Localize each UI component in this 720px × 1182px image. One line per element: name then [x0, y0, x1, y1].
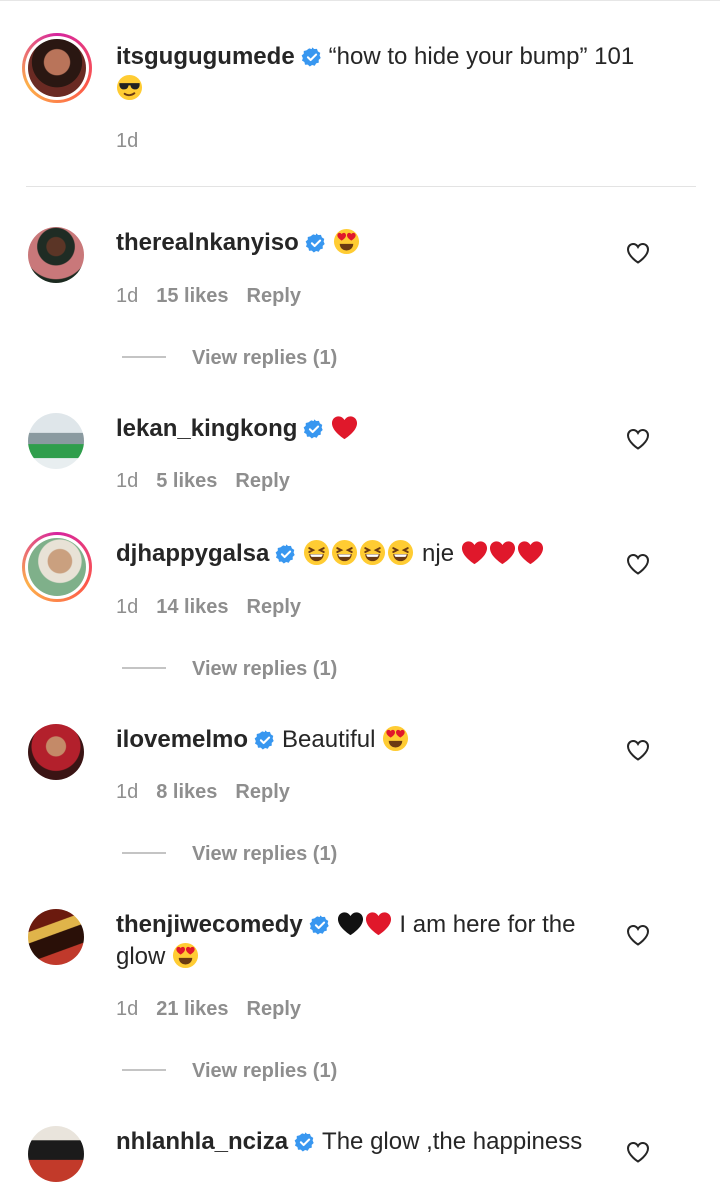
avatar[interactable]	[28, 909, 84, 965]
red-heart-emoji-icon	[461, 539, 488, 566]
avatar[interactable]	[28, 1126, 84, 1182]
comment-likes[interactable]: 5 likes	[156, 470, 217, 492]
laughing-emoji-icon	[303, 539, 330, 566]
replies-line	[122, 1069, 166, 1071]
view-replies-label: View replies (1)	[192, 658, 338, 680]
comment-meta: 1d 5 likes Reply	[116, 470, 308, 493]
comment-line: thenjiwecomedy I am here for the	[116, 909, 575, 941]
like-heart-icon[interactable]	[626, 242, 650, 264]
red-heart-emoji-icon	[489, 539, 516, 566]
comment-time: 1d	[116, 998, 139, 1020]
view-replies-button[interactable]: View replies (1)	[122, 347, 337, 370]
comment-time: 1d	[116, 285, 139, 307]
heart-eyes-emoji-icon	[172, 942, 199, 969]
replies-line	[122, 667, 166, 669]
like-heart-icon[interactable]	[626, 739, 650, 761]
laughing-emoji-icon	[359, 539, 386, 566]
comment-meta: 1d 14 likes Reply	[116, 596, 319, 619]
verified-badge-icon	[301, 46, 323, 68]
avatar	[28, 39, 86, 97]
like-heart-icon[interactable]	[626, 924, 650, 946]
comment-username[interactable]: therealnkanyiso	[116, 229, 299, 256]
red-heart-emoji-icon	[331, 414, 358, 441]
like-heart-icon[interactable]	[626, 428, 650, 450]
story-ring[interactable]	[22, 532, 92, 602]
reply-button[interactable]: Reply	[235, 781, 289, 803]
avatar[interactable]	[28, 227, 84, 283]
caption-time: 1d	[116, 130, 139, 152]
replies-line	[122, 356, 166, 358]
comment-meta: 1d 21 likes Reply	[116, 998, 319, 1021]
verified-badge-icon	[309, 914, 331, 936]
comment-text: I am here for the	[399, 911, 576, 938]
view-replies-button[interactable]: View replies (1)	[122, 843, 337, 866]
caption-line-1: itsgugugumede “how to hide your bump” 101	[116, 41, 634, 73]
comment-line: lekan_kingkong	[116, 413, 359, 445]
laughing-emoji-icon	[387, 539, 414, 566]
comment-username[interactable]: ilovemelmo	[116, 726, 248, 753]
comment-line: ilovemelmo Beautiful	[116, 724, 410, 756]
laughing-emoji-icon	[331, 539, 358, 566]
verified-badge-icon	[294, 1131, 316, 1153]
story-ring[interactable]	[22, 33, 92, 103]
black-heart-emoji-icon	[337, 910, 364, 937]
caption-username[interactable]: itsgugugumede	[116, 43, 295, 70]
comment-time: 1d	[116, 596, 139, 618]
caption-line-2	[116, 73, 144, 105]
comment-line: djhappygalsa nje	[116, 538, 545, 570]
comment-line-2: glow	[116, 941, 200, 973]
comment-line: nhlanhla_nciza The glow ,the happiness	[116, 1126, 582, 1158]
verified-badge-icon	[305, 232, 327, 254]
post-caption: itsgugugumede “how to hide your bump” 101…	[0, 0, 720, 187]
caption-meta: 1d	[116, 130, 156, 153]
comment-text: Beautiful	[282, 726, 376, 753]
reply-button[interactable]: Reply	[247, 596, 301, 618]
view-replies-button[interactable]: View replies (1)	[122, 1060, 337, 1083]
red-heart-emoji-icon	[517, 539, 544, 566]
view-replies-label: View replies (1)	[192, 347, 338, 369]
comment-username[interactable]: lekan_kingkong	[116, 415, 297, 442]
like-heart-icon[interactable]	[626, 1141, 650, 1163]
replies-line	[122, 852, 166, 854]
comment-username[interactable]: djhappygalsa	[116, 540, 269, 567]
comment-likes[interactable]: 15 likes	[156, 285, 228, 307]
comment-time: 1d	[116, 470, 139, 492]
comment-meta: 1d 15 likes Reply	[116, 285, 319, 308]
comment-likes[interactable]: 14 likes	[156, 596, 228, 618]
comment-likes[interactable]: 8 likes	[156, 781, 217, 803]
heart-eyes-emoji-icon	[333, 228, 360, 255]
comment-text: nje	[422, 540, 455, 567]
comment-time: 1d	[116, 781, 139, 803]
comment-username[interactable]: thenjiwecomedy	[116, 911, 303, 938]
caption-text: “how to hide your bump” 101	[328, 43, 635, 70]
comment-username[interactable]: nhlanhla_nciza	[116, 1128, 288, 1155]
sunglasses-emoji-icon	[116, 74, 143, 101]
verified-badge-icon	[275, 543, 297, 565]
red-heart-emoji-icon	[365, 910, 392, 937]
avatar[interactable]	[28, 724, 84, 780]
avatar[interactable]	[28, 413, 84, 469]
reply-button[interactable]: Reply	[247, 285, 301, 307]
comment-likes[interactable]: 21 likes	[156, 998, 228, 1020]
avatar	[28, 538, 86, 596]
view-replies-label: View replies (1)	[192, 1060, 338, 1082]
view-replies-label: View replies (1)	[192, 843, 338, 865]
comment-text: The glow ,the happiness	[322, 1128, 583, 1155]
caption-divider	[26, 186, 696, 187]
comment-meta: 1d 8 likes Reply	[116, 781, 308, 804]
reply-button[interactable]: Reply	[247, 998, 301, 1020]
verified-badge-icon	[254, 729, 276, 751]
like-heart-icon[interactable]	[626, 553, 650, 575]
heart-eyes-emoji-icon	[382, 725, 409, 752]
verified-badge-icon	[303, 418, 325, 440]
comment-line: therealnkanyiso	[116, 227, 361, 259]
comment-text-continued: glow	[116, 943, 166, 970]
view-replies-button[interactable]: View replies (1)	[122, 658, 337, 681]
reply-button[interactable]: Reply	[235, 470, 289, 492]
